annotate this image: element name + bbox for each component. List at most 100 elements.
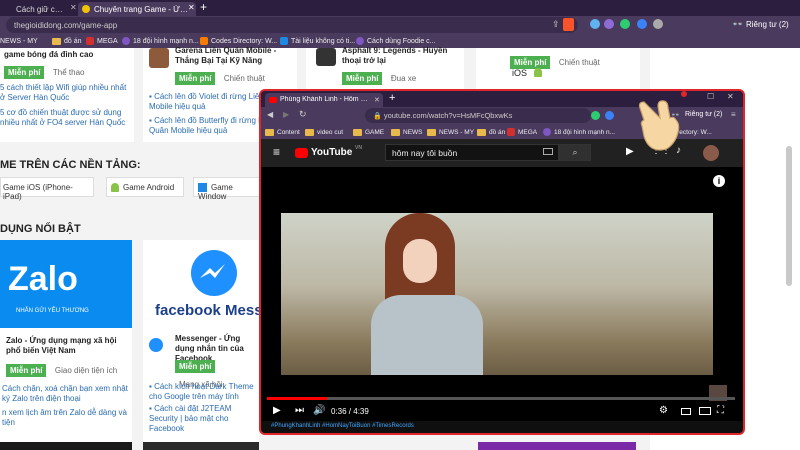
hashtags-link[interactable]: #PhungKhanhLinh #HomNayToiBuon #TimesRec… xyxy=(271,423,414,429)
search-input[interactable]: hôm nay tôi buồn xyxy=(385,144,559,161)
progress-track[interactable] xyxy=(267,397,735,400)
app-title[interactable]: Garena Liên Quân Mobile - Thắng Bại Tại … xyxy=(175,46,293,66)
bottom-banner[interactable] xyxy=(143,442,259,450)
tab-label: Phùng Khánh Linh - Hôm Nay Tôi ... xyxy=(280,96,372,103)
app-card[interactable]: facebook Messe Messenger - Ứng dụng nhắn… xyxy=(143,240,271,450)
bookmark-item[interactable]: MEGA xyxy=(507,127,537,137)
theater-mode-icon[interactable] xyxy=(699,407,711,415)
create-video-icon[interactable]: ▶ xyxy=(626,146,634,157)
youtube-wordmark[interactable]: YouTube xyxy=(311,147,352,158)
next-icon[interactable]: ⏭ xyxy=(295,405,304,416)
app-thumbnail[interactable] xyxy=(149,48,169,68)
extension-icon[interactable] xyxy=(637,19,647,29)
video-player[interactable]: i ▶ ⏭ 🔊 0:36 / 4:39 ⚙ ⛶ xyxy=(261,167,743,421)
bookmark-item[interactable]: NEWS - MY xyxy=(427,127,474,137)
private-label[interactable]: Riêng tư (2) xyxy=(746,20,789,29)
private-label[interactable]: Riêng tư (2) xyxy=(685,111,722,118)
new-tab-icon[interactable]: + xyxy=(200,0,207,14)
app-card[interactable]: Zalo - Ứng dụng mạng xã hội phổ biến Việ… xyxy=(0,328,132,450)
messenger-logo-icon xyxy=(191,250,237,296)
info-icon[interactable]: i xyxy=(713,175,725,187)
article-link[interactable]: 5 cách thiết lập Wifi giúp nhiều nhất ở … xyxy=(0,83,130,103)
article-link[interactable]: Cách chặn, xoá chặn bạn xem nhật ký Zalo… xyxy=(2,384,130,404)
fullscreen-icon[interactable]: ⛶ xyxy=(717,405,724,416)
bookmark-item[interactable]: Codes Directory: W... xyxy=(200,36,277,46)
free-badge: Miễn phí xyxy=(4,66,45,79)
bookmark-item[interactable]: MEGA xyxy=(86,36,118,46)
bookmark-favicon-icon xyxy=(280,37,288,45)
app-title[interactable]: game bóng đá đỉnh cao xyxy=(4,50,93,59)
platform-android-button[interactable]: Game Android xyxy=(106,177,184,197)
keyboard-icon[interactable] xyxy=(543,148,553,155)
address-bar[interactable]: thegioididong.com/game-app xyxy=(6,17,578,33)
miniplayer-icon[interactable] xyxy=(681,408,691,415)
tab-youtube[interactable]: Phùng Khánh Linh - Hôm Nay Tôi ... ✕ xyxy=(265,93,383,107)
bookmark-item[interactable]: Content xyxy=(265,127,300,137)
bottom-banner[interactable] xyxy=(0,442,132,450)
link-text: Cách kích hoạt Dark Theme cho Google trê… xyxy=(149,382,254,401)
hamburger-menu-icon[interactable]: ≡ xyxy=(273,145,280,159)
bookmark-item[interactable]: 18 đội hình mạnh n... xyxy=(543,127,615,137)
extension-icon[interactable] xyxy=(605,111,614,120)
bookmark-item[interactable]: đồ án xyxy=(52,36,82,46)
forward-icon[interactable]: ▶ xyxy=(283,110,289,119)
settings-gear-icon[interactable]: ⚙ xyxy=(659,405,668,416)
extension-icon[interactable] xyxy=(604,19,614,29)
app-card[interactable]: game bóng đá đỉnh cao Miễn phí Thể thao … xyxy=(0,48,134,142)
youtube-logo-icon[interactable] xyxy=(295,148,308,158)
close-window-icon[interactable]: ✕ xyxy=(727,92,734,101)
category-label: Chiến thuật xyxy=(558,58,600,67)
section-title: ME TRÊN CÁC NỀN TẢNG: xyxy=(0,159,141,171)
folder-icon xyxy=(305,128,314,136)
bookmark-item[interactable]: đồ án xyxy=(477,127,505,137)
bookmark-item[interactable]: NEWS xyxy=(391,127,423,137)
scrollbar[interactable] xyxy=(786,146,792,286)
close-icon[interactable]: ✕ xyxy=(188,3,195,12)
extension-icon[interactable] xyxy=(620,19,630,29)
bookmark-item[interactable]: GAME xyxy=(353,127,384,137)
bottom-banner[interactable] xyxy=(478,442,636,450)
play-icon[interactable]: ▶ xyxy=(273,405,281,416)
zalo-banner[interactable]: Zalo NHẮN GỬI YÊU THƯƠNG xyxy=(0,240,132,328)
extension-icon[interactable] xyxy=(653,19,663,29)
tab-2[interactable]: Chuyên trang Game - Ứng dụng T... xyxy=(78,2,196,16)
app-meta: Miễn phí Đua xe xyxy=(342,68,416,86)
menu-icon[interactable]: ≡ xyxy=(731,110,736,119)
article-link[interactable]: ▪ Cách cài đặt J2TEAM Security | bảo mật… xyxy=(149,404,259,434)
share-icon[interactable]: ⇪ xyxy=(552,19,560,30)
bookmark-label: GAME xyxy=(365,128,385,136)
new-tab-icon[interactable]: + xyxy=(389,92,395,104)
app-title[interactable]: Zalo - Ứng dụng mạng xã hội phổ biến Việ… xyxy=(6,336,128,356)
mega-icon xyxy=(507,128,515,136)
close-icon[interactable]: ✕ xyxy=(70,3,77,12)
extension-icon[interactable] xyxy=(591,111,600,120)
messenger-icon xyxy=(149,338,163,352)
private-mask-icon: 👓 xyxy=(732,19,744,29)
address-bar[interactable]: 🔒 youtube.com/watch?v=HsMFcQbxwKs xyxy=(365,108,591,123)
bookmark-item[interactable]: Tài liệu không có ti... xyxy=(280,36,355,46)
search-button[interactable]: ⌕ xyxy=(559,144,591,161)
bookmark-item[interactable]: video cut xyxy=(305,127,343,137)
app-title[interactable]: Asphalt 9: Legends - Huyền thoại trở lại xyxy=(342,46,460,66)
bookmark-item[interactable]: NEWS - MY xyxy=(0,36,38,46)
bookmark-item[interactable]: 18 đội hình mạnh n... xyxy=(122,36,199,46)
brave-shield-icon[interactable] xyxy=(563,18,574,31)
maximize-icon[interactable]: ☐ xyxy=(707,92,714,101)
platform-windows-button[interactable]: Game Window xyxy=(193,177,263,201)
article-link[interactable]: ▪ Cách kích hoạt Dark Theme cho Google t… xyxy=(149,382,259,402)
close-icon[interactable]: ✕ xyxy=(374,96,380,104)
reload-icon[interactable]: ↻ xyxy=(299,109,307,120)
app-thumbnail[interactable] xyxy=(316,48,336,66)
extension-icon[interactable] xyxy=(590,19,600,29)
avatar[interactable] xyxy=(703,145,719,161)
bookmark-label: NEWS - MY xyxy=(439,128,475,136)
article-link[interactable]: n xem lịch âm trên Zalo dễ dàng và tiện xyxy=(2,408,130,428)
section-title: DỤNG NỔI BẬT xyxy=(0,223,81,235)
article-link[interactable]: 5 cơ đồ chiến thuật được sử dụng nhiều n… xyxy=(0,108,130,128)
video-frame[interactable] xyxy=(281,213,713,375)
platform-ios-button[interactable]: Game iOS (iPhone-iPad) xyxy=(0,177,94,201)
back-icon[interactable]: ◀ xyxy=(267,110,273,119)
volume-icon[interactable]: 🔊 xyxy=(313,405,325,416)
tab-1[interactable]: Cách giữ của sổ bất kỳ hi... xyxy=(0,2,72,16)
bookmark-item[interactable]: Cách dùng Foodie c... xyxy=(356,36,436,46)
